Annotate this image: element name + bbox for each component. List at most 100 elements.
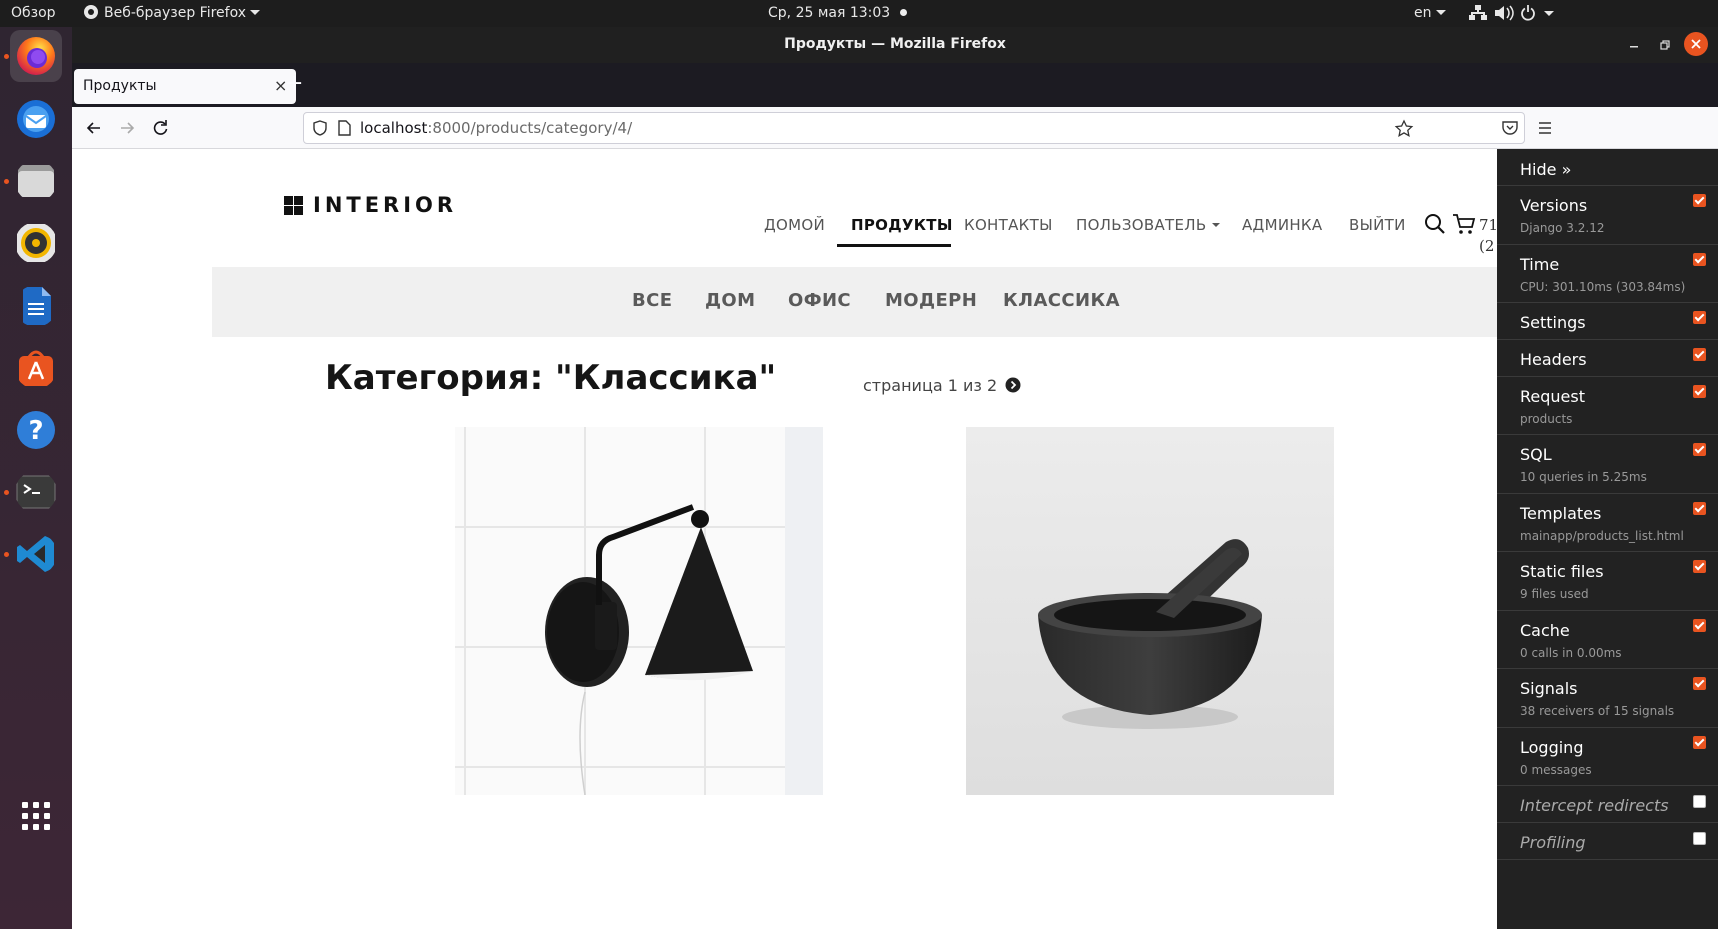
page-title: Категория: "Классика" <box>325 358 777 398</box>
url-text[interactable]: localhost:8000/products/category/4/ <box>360 119 632 137</box>
menu-home[interactable]: ДОМОЙ <box>764 216 825 234</box>
close-window-button[interactable] <box>1684 32 1708 56</box>
djdt-panel-toggle[interactable] <box>1693 311 1706 324</box>
chevron-down-icon <box>1435 10 1446 15</box>
reload-button[interactable] <box>146 114 174 142</box>
djdt-panel-toggle[interactable] <box>1693 795 1706 808</box>
djdt-panel-title: Intercept redirects <box>1520 796 1669 815</box>
djdt-panel-subtitle: 0 messages <box>1520 763 1592 777</box>
dock-vscode[interactable] <box>10 528 62 580</box>
dock-firefox[interactable] <box>10 30 62 82</box>
app-menu-button[interactable] <box>1535 118 1555 142</box>
djdt-panel-settings[interactable]: Settings <box>1497 303 1718 340</box>
language-label: en <box>1414 5 1432 21</box>
language-indicator[interactable]: en <box>1414 5 1446 21</box>
djdt-panel-logging[interactable]: Logging 0 messages <box>1497 728 1718 786</box>
running-indicator <box>4 552 9 557</box>
menu-user[interactable]: ПОЛЬЗОВАТЕЛЬ <box>1076 216 1221 234</box>
vscode-icon <box>17 536 54 572</box>
minimize-button[interactable] <box>1624 35 1644 55</box>
djdt-panel-toggle[interactable] <box>1693 253 1706 266</box>
system-menu[interactable] <box>1469 4 1569 26</box>
djdt-panel-toggle[interactable] <box>1693 194 1706 207</box>
menu-logout[interactable]: ВЫЙТИ <box>1349 216 1406 234</box>
dock-terminal[interactable] <box>10 466 62 518</box>
menu-contacts[interactable]: КОНТАКТЫ <box>964 216 1053 234</box>
djdt-panel-versions[interactable]: Versions Django 3.2.12 <box>1497 186 1718 245</box>
pocket-button[interactable] <box>1500 118 1520 142</box>
djdt-panel-request[interactable]: Request products <box>1497 377 1718 435</box>
dock-help[interactable]: ? <box>10 404 62 456</box>
category-bar: ВСЕ ДОМ ОФИС МОДЕРН КЛАССИКА <box>212 267 1564 337</box>
dock-files[interactable] <box>10 155 62 207</box>
category-home[interactable]: ДОМ <box>705 290 755 311</box>
dock-rhythmbox[interactable] <box>10 217 62 269</box>
new-tab-button[interactable]: + <box>285 71 303 96</box>
cart-icon[interactable] <box>1452 212 1476 236</box>
dock-thunderbird[interactable] <box>10 93 62 145</box>
djdt-panel-sql[interactable]: SQL 10 queries in 5.25ms <box>1497 435 1718 494</box>
activities-button[interactable]: Обзор <box>11 5 56 21</box>
bookmark-star-icon[interactable] <box>1394 119 1414 139</box>
category-all[interactable]: ВСЕ <box>632 290 672 311</box>
page-icon[interactable] <box>335 119 353 137</box>
djdt-panel-toggle[interactable] <box>1693 736 1706 749</box>
djdt-panel-toggle[interactable] <box>1693 832 1706 845</box>
rhythmbox-icon <box>17 224 55 262</box>
djdt-panel-toggle[interactable] <box>1693 385 1706 398</box>
system-top-bar: Обзор Веб-браузер Firefox Ср, 25 мая 13:… <box>0 0 1718 27</box>
shield-icon[interactable] <box>311 119 329 137</box>
network-icon <box>1469 5 1487 20</box>
djdt-panel-title: Time <box>1520 255 1560 274</box>
djdt-panel-title: Settings <box>1520 313 1586 332</box>
power-icon <box>1521 5 1535 21</box>
djdt-panel-title: Headers <box>1520 350 1587 369</box>
forward-button[interactable] <box>113 114 141 142</box>
djdt-panel-subtitle: products <box>1520 412 1573 426</box>
djdt-panel-toggle[interactable] <box>1693 560 1706 573</box>
product-card-mortar[interactable] <box>966 427 1334 795</box>
djdt-panel-cache[interactable]: Cache 0 calls in 0.00ms <box>1497 611 1718 669</box>
djdt-panel-templates[interactable]: Templates mainapp/products_list.html <box>1497 494 1718 552</box>
show-apps-icon <box>22 802 50 830</box>
djdt-panel-toggle[interactable] <box>1693 502 1706 515</box>
djdt-panel-time[interactable]: Time CPU: 301.10ms (303.84ms) <box>1497 245 1718 303</box>
chevron-down-icon <box>1544 11 1554 16</box>
category-office[interactable]: ОФИС <box>788 290 851 311</box>
dock-show-apps[interactable] <box>10 790 62 842</box>
djdt-panel-toggle[interactable] <box>1693 619 1706 632</box>
category-modern[interactable]: МОДЕРН <box>885 290 977 311</box>
url-path: :8000/products/category/4/ <box>427 119 633 137</box>
product-image-mortar <box>966 427 1334 795</box>
category-classic[interactable]: КЛАССИКА <box>1003 290 1120 311</box>
menu-products[interactable]: ПРОДУКТЫ <box>851 216 953 234</box>
hamburger-icon <box>1539 122 1551 134</box>
back-button[interactable] <box>80 114 108 142</box>
djdt-panel-headers[interactable]: Headers <box>1497 340 1718 377</box>
maximize-button[interactable] <box>1656 35 1676 55</box>
tab-products[interactable]: Продукты × <box>74 69 296 104</box>
clock[interactable]: Ср, 25 мая 13:03 <box>768 5 908 21</box>
djdt-panel-profiling[interactable]: Profiling <box>1497 823 1718 860</box>
menu-admin[interactable]: АДМИНКА <box>1242 216 1322 234</box>
site-logo[interactable]: INTERIOR <box>284 193 464 219</box>
djdt-panel-title: Request <box>1520 387 1585 406</box>
url-bar[interactable]: localhost:8000/products/category/4/ <box>303 112 1525 144</box>
search-icon[interactable] <box>1423 212 1447 236</box>
djdt-panel-toggle[interactable] <box>1693 677 1706 690</box>
dock-writer[interactable] <box>10 280 62 332</box>
djdt-hide-button[interactable]: Hide » <box>1520 160 1571 179</box>
next-page-icon[interactable] <box>1005 377 1021 393</box>
djdt-panel-title: Logging <box>1520 738 1584 757</box>
djdt-panel-static-files[interactable]: Static files 9 files used <box>1497 552 1718 611</box>
djdt-panel-signals[interactable]: Signals 38 receivers of 15 signals <box>1497 669 1718 728</box>
files-icon <box>18 165 54 197</box>
product-card-lamp[interactable] <box>455 427 823 795</box>
app-menu[interactable]: Веб-браузер Firefox <box>84 5 261 21</box>
dock-software[interactable] <box>10 342 62 394</box>
running-indicator <box>4 490 9 495</box>
djdt-panel-toggle[interactable] <box>1693 443 1706 456</box>
djdt-panel-toggle[interactable] <box>1693 348 1706 361</box>
djdt-panel-intercept-redirects[interactable]: Intercept redirects <box>1497 786 1718 823</box>
libreoffice-writer-icon <box>23 287 51 325</box>
